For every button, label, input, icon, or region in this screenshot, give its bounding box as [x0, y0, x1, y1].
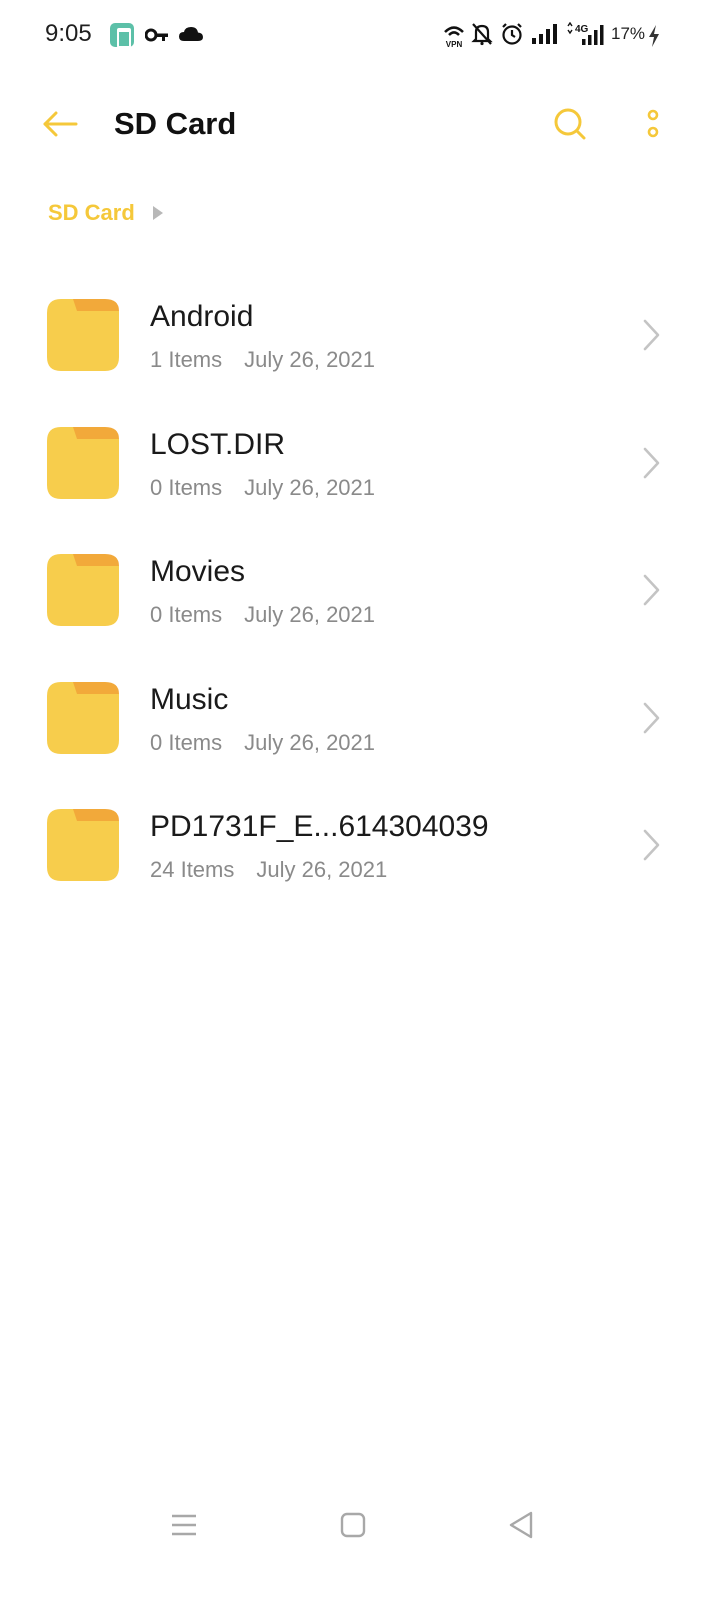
vpn-icon: VPN — [444, 26, 464, 48]
folder-icon — [47, 426, 119, 499]
search-button[interactable] — [546, 100, 594, 148]
back-icon — [509, 1511, 533, 1539]
more-vertical-icon — [647, 109, 659, 138]
system-back-button[interactable] — [496, 1500, 546, 1550]
item-count: 1 Items — [150, 347, 223, 372]
vpn-key-icon — [145, 28, 168, 42]
back-button[interactable] — [36, 100, 84, 148]
file-name: Music — [150, 682, 229, 716]
4g-signal-icon: 4G — [567, 22, 604, 45]
file-meta: 0 Items July 26, 2021 — [150, 475, 375, 501]
breadcrumb: SD Card — [48, 198, 163, 228]
file-meta: 0 Items July 26, 2021 — [150, 602, 375, 628]
network-label: 4G — [575, 24, 589, 35]
recent-apps-button[interactable] — [159, 1500, 209, 1550]
page-title: SD Card — [114, 106, 237, 141]
app-notification-icon — [110, 23, 134, 48]
modified-date: July 26, 2021 — [244, 729, 376, 755]
home-button[interactable] — [328, 1500, 378, 1550]
menu-icon — [172, 1514, 196, 1536]
list-item[interactable]: Android 1 Items July 26, 2021 — [0, 270, 720, 398]
modified-date: July 26, 2021 — [244, 474, 376, 500]
item-count: 0 Items — [150, 729, 223, 755]
chevron-right-icon — [643, 702, 660, 733]
status-bar: 9:05 VPN 4G 17% — [0, 0, 720, 72]
file-name: LOST.DIR — [150, 427, 286, 461]
search-icon — [554, 108, 586, 140]
home-icon — [340, 1512, 366, 1538]
list-item[interactable]: Movies 0 Items July 26, 2021 — [0, 525, 720, 653]
breadcrumb-arrow-icon — [152, 206, 163, 220]
chevron-right-icon — [643, 447, 660, 478]
file-meta: 1 Items July 26, 2021 — [150, 347, 375, 373]
item-count: 0 Items — [150, 474, 223, 500]
back-arrow-icon — [43, 111, 78, 137]
mute-bell-icon — [471, 23, 493, 46]
app-bar: SD Card — [0, 80, 720, 168]
cloud-icon — [179, 27, 203, 41]
folder-icon — [47, 554, 119, 626]
file-meta: 0 Items July 26, 2021 — [150, 730, 375, 756]
folder-icon — [47, 681, 119, 754]
item-count: 24 Items — [150, 857, 235, 882]
file-list: Android 1 Items July 26, 2021 LOST.DIR 0 … — [0, 270, 720, 908]
modified-date: July 26, 2021 — [256, 857, 388, 882]
file-meta: 24 Items July 26, 2021 — [150, 857, 387, 883]
alarm-icon — [502, 23, 522, 45]
chevron-right-icon — [643, 574, 660, 606]
vpn-label: VPN — [446, 40, 463, 48]
list-item[interactable]: LOST.DIR 0 Items July 26, 2021 — [0, 398, 720, 526]
chevron-right-icon — [643, 829, 660, 861]
breadcrumb-item-sd-card[interactable]: SD Card — [48, 200, 135, 226]
file-name: PD1731F_E...614304039 — [150, 810, 489, 843]
modified-date: July 26, 2021 — [244, 602, 376, 627]
signal-icon — [532, 24, 557, 44]
screen: 9:05 VPN 4G 17% SD Card SD Card Android … — [0, 0, 720, 1600]
chevron-right-icon — [643, 319, 660, 351]
folder-icon — [47, 299, 119, 371]
battery-percent: 17% — [611, 24, 646, 43]
list-item[interactable]: Music 0 Items July 26, 2021 — [0, 653, 720, 781]
more-options-button[interactable] — [630, 100, 676, 148]
folder-icon — [47, 809, 119, 881]
file-name: Android — [150, 300, 254, 333]
navigation-bar — [0, 1490, 720, 1560]
modified-date: July 26, 2021 — [244, 347, 376, 372]
status-time: 9:05 — [45, 20, 92, 47]
list-item[interactable]: PD1731F_E...614304039 24 Items July 26, 2… — [0, 780, 720, 908]
item-count: 0 Items — [150, 602, 223, 627]
charging-icon — [649, 25, 659, 47]
file-name: Movies — [150, 555, 246, 588]
